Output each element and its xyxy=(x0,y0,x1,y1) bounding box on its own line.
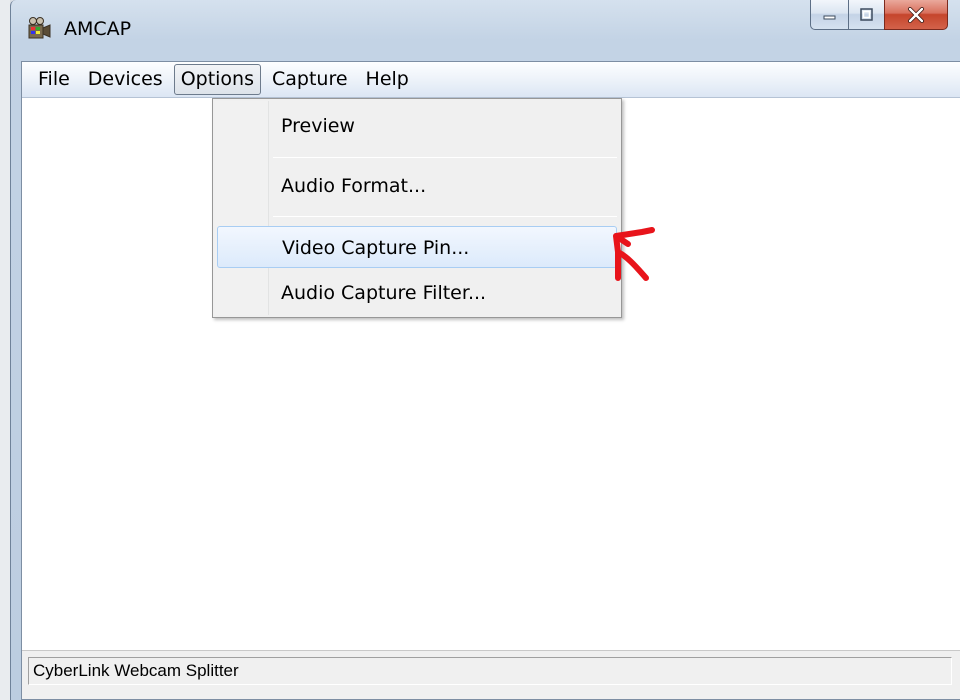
window-title: AMCAP xyxy=(64,18,132,40)
menu-devices[interactable]: Devices xyxy=(81,64,170,95)
minimize-icon xyxy=(823,15,835,19)
caption-buttons xyxy=(810,0,948,36)
status-text: CyberLink Webcam Splitter xyxy=(28,657,952,685)
menu-separator xyxy=(273,216,617,217)
menu-options[interactable]: Options xyxy=(173,64,261,95)
close-button[interactable] xyxy=(884,0,948,30)
close-icon xyxy=(908,6,924,23)
red-arrow-annotation xyxy=(613,227,655,281)
amcap-window: AMCAP File Devices Options Capture Help … xyxy=(10,0,960,700)
minimize-button[interactable] xyxy=(810,0,848,30)
desktop-edge xyxy=(0,0,10,700)
menu-bar: File Devices Options Capture Help xyxy=(22,62,960,98)
options-dropdown-menu: Preview Audio Format... Video Capture Pi… xyxy=(212,98,622,318)
camera-app-icon xyxy=(28,17,51,39)
client-area: File Devices Options Capture Help Previe… xyxy=(21,61,960,700)
menu-separator xyxy=(273,157,617,158)
maximize-icon xyxy=(859,7,873,21)
menu-help[interactable]: Help xyxy=(359,64,416,95)
maximize-button[interactable] xyxy=(848,0,884,30)
menu-file[interactable]: File xyxy=(31,64,77,95)
menu-item-audio-capture-filter[interactable]: Audio Capture Filter... xyxy=(217,272,617,314)
title-bar[interactable]: AMCAP xyxy=(11,0,960,62)
menu-item-preview[interactable]: Preview xyxy=(217,105,617,147)
menu-capture[interactable]: Capture xyxy=(265,64,355,95)
status-bar: CyberLink Webcam Splitter xyxy=(22,650,960,699)
menu-item-video-capture-pin[interactable]: Video Capture Pin... xyxy=(217,226,617,268)
menu-item-audio-format[interactable]: Audio Format... xyxy=(217,165,617,207)
